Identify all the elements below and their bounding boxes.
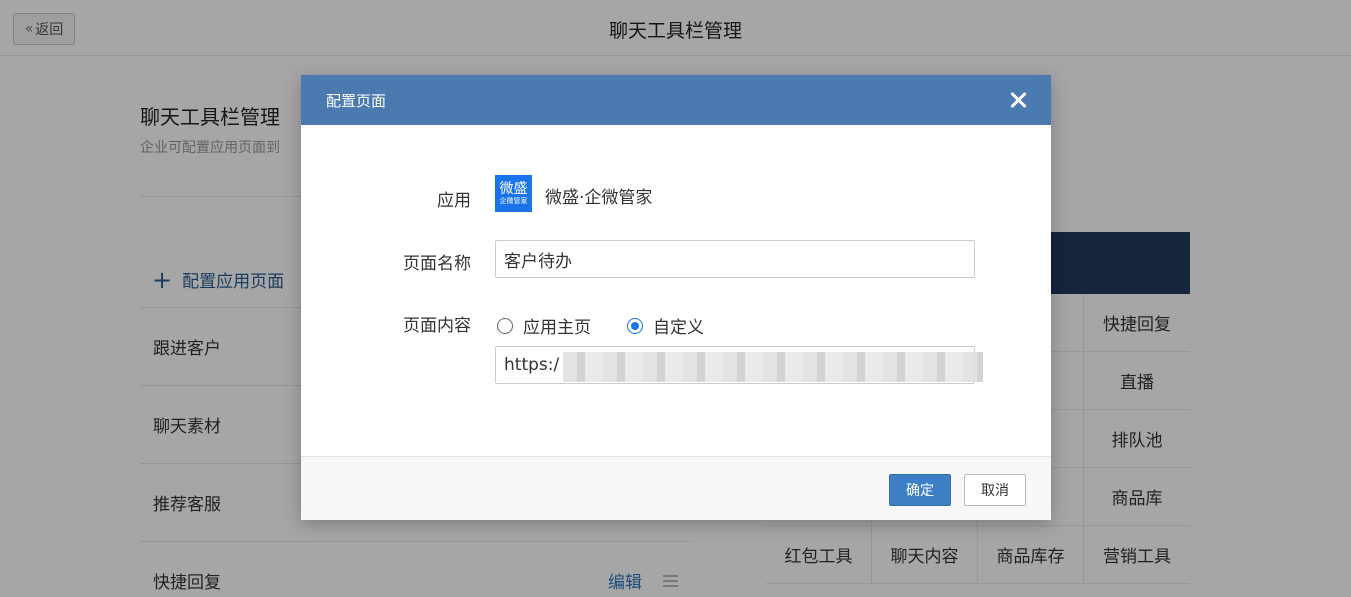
dialog-header: 配置页面 (301, 75, 1051, 125)
dialog-footer: 确定 取消 (301, 456, 1051, 520)
radio-custom[interactable]: 自定义 (627, 313, 704, 338)
app-logo: 微盛 企微管家 (495, 175, 532, 212)
radio-unchecked-icon[interactable] (497, 317, 513, 334)
page-content-label: 页面内容 (403, 316, 471, 336)
radio-label: 自定义 (653, 318, 704, 338)
app-logo-subtext: 企微管家 (499, 197, 528, 205)
app-logo-text: 微盛 (499, 181, 528, 197)
blurred-url-mask (563, 352, 983, 382)
cancel-button[interactable]: 取消 (964, 474, 1026, 506)
app-name: 微盛·企微管家 (545, 188, 653, 208)
radio-label: 应用主页 (523, 318, 591, 338)
dialog-title: 配置页面 (326, 91, 387, 110)
app-label: 应用 (437, 191, 471, 211)
page-name-label: 页面名称 (403, 254, 471, 274)
confirm-button[interactable]: 确定 (889, 474, 951, 506)
page-name-input[interactable] (495, 240, 975, 278)
radio-app-home[interactable]: 应用主页 (497, 313, 591, 338)
config-page-dialog: 配置页面 应用 微盛 企微管家 微盛·企微管家 页面名称 页面内容 应用主页 自… (301, 75, 1051, 520)
radio-checked-icon[interactable] (627, 317, 643, 334)
close-icon[interactable] (1007, 89, 1029, 111)
